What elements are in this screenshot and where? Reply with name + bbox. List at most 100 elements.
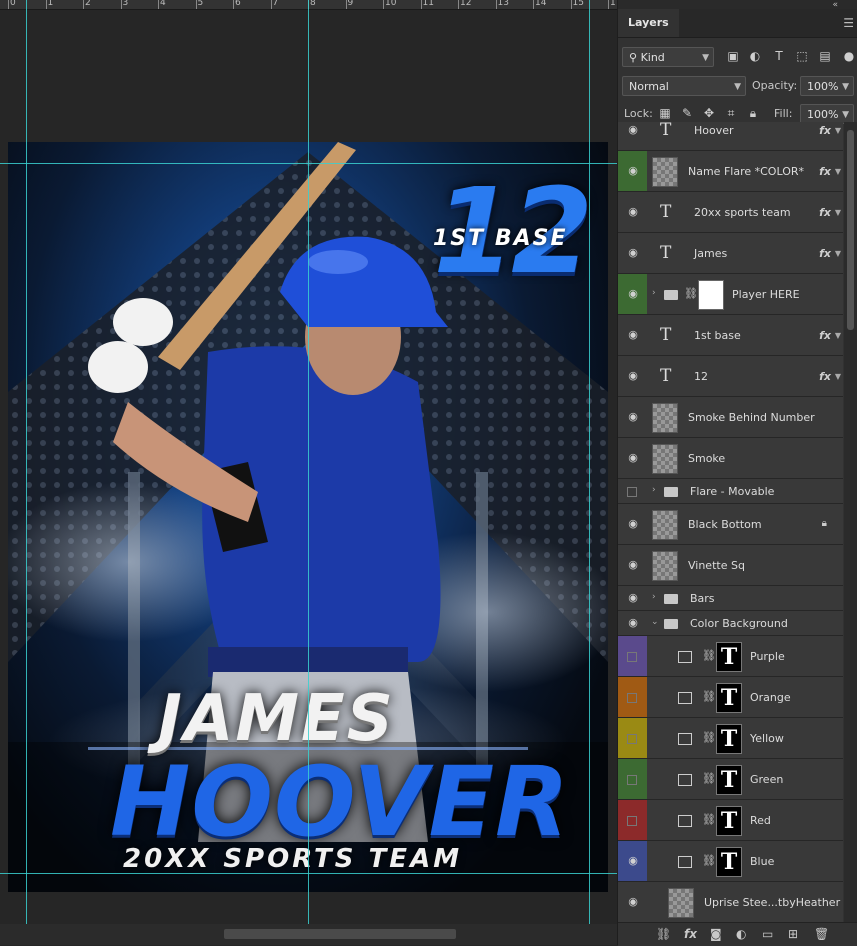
adjustment-filter-icon[interactable]: ◐: [746, 47, 764, 65]
lock-artboard-icon[interactable]: ⌗: [722, 104, 740, 122]
scroll-thumb[interactable]: [847, 130, 854, 330]
lock-all-icon[interactable]: 🔒︎: [744, 104, 762, 122]
guide-line[interactable]: [0, 163, 617, 164]
layers-scrollbar[interactable]: [844, 122, 857, 922]
chevron-down-icon[interactable]: ▼: [835, 208, 841, 217]
layer-row[interactable]: ◉ T 20xx sports team fx ▼: [618, 192, 843, 233]
layer-row[interactable]: ◉ Name Flare *COLOR* fx ▼: [618, 151, 843, 192]
lock-transparent-icon[interactable]: ▦: [656, 104, 674, 122]
layer-row[interactable]: › Flare - Movable: [618, 479, 843, 504]
scroll-thumb[interactable]: [224, 929, 456, 939]
lock-brush-icon[interactable]: ✎: [678, 104, 696, 122]
type-layer-icon: T: [660, 122, 672, 140]
fx-icon[interactable]: fx: [819, 370, 831, 383]
eye-icon[interactable]: ◉: [624, 164, 642, 177]
eye-icon[interactable]: ◉: [624, 616, 642, 629]
chevron-down-icon[interactable]: ▼: [835, 249, 841, 258]
guide-line[interactable]: [308, 0, 309, 945]
ruler-tick: [8, 0, 9, 9]
layer-row[interactable]: ◉ T James fx ▼: [618, 233, 843, 274]
eye-icon[interactable]: ◉: [624, 287, 642, 300]
eye-icon[interactable]: ◉: [624, 205, 642, 218]
layer-row[interactable]: ⛓ T Yellow: [618, 718, 843, 759]
shape-filter-icon[interactable]: ⬚: [793, 47, 811, 65]
visibility-toggle[interactable]: [627, 815, 637, 826]
layer-row[interactable]: ◉ Uprise Stee...tbyHeather: [618, 882, 843, 922]
eye-icon[interactable]: ◉: [624, 328, 642, 341]
filter-toggle-icon[interactable]: ●: [840, 47, 857, 65]
visibility-toggle[interactable]: [627, 733, 637, 744]
visibility-toggle[interactable]: [627, 486, 637, 497]
layer-row[interactable]: ◉ ⛓ T Blue: [618, 841, 843, 882]
fx-icon[interactable]: fx: [819, 329, 831, 342]
layer-mask-thumbnail: T: [716, 641, 742, 672]
layers-footer: ⛓ fx ◙ ◐ ▭ ⊞ 🗑︎: [618, 922, 857, 946]
visibility-toggle[interactable]: [627, 651, 637, 662]
eye-icon[interactable]: ◉: [624, 369, 642, 382]
new-layer-icon[interactable]: ⊞: [788, 927, 798, 941]
layer-row[interactable]: ⛓ T Red: [618, 800, 843, 841]
layer-row[interactable]: ◉ Smoke Behind Number: [618, 397, 843, 438]
chevron-down-icon[interactable]: ⌄: [651, 617, 659, 627]
guide-line[interactable]: [0, 873, 617, 874]
adjustment-layer-icon: [678, 814, 692, 827]
fx-icon[interactable]: fx: [819, 165, 831, 178]
layer-row[interactable]: ⛓ T Green: [618, 759, 843, 800]
visibility-toggle[interactable]: [627, 692, 637, 703]
chevron-right-icon[interactable]: ›: [652, 592, 656, 602]
fx-icon[interactable]: fx: [819, 247, 831, 260]
blend-mode-select[interactable]: Normal ▼: [622, 76, 746, 96]
eye-icon[interactable]: ◉: [624, 591, 642, 604]
layer-row[interactable]: ◉ › Bars: [618, 586, 843, 611]
eye-icon[interactable]: ◉: [624, 854, 642, 867]
type-filter-icon[interactable]: T: [770, 47, 788, 65]
eye-icon[interactable]: ◉: [624, 410, 642, 423]
panel-menu-icon[interactable]: ☰: [843, 16, 854, 30]
layer-row[interactable]: ◉ T Hoover fx ▼: [618, 122, 843, 151]
folder-icon[interactable]: ▭: [762, 927, 773, 941]
opacity-input[interactable]: 100% ▼: [800, 76, 854, 96]
link-icon[interactable]: ⛓: [656, 927, 671, 941]
eye-icon[interactable]: ◉: [624, 123, 642, 136]
guide-line[interactable]: [26, 0, 27, 945]
lock-position-icon[interactable]: ✥: [700, 104, 718, 122]
layer-row[interactable]: ⛓ T Orange: [618, 677, 843, 718]
chevron-down-icon[interactable]: ▼: [835, 372, 841, 381]
eye-icon[interactable]: ◉: [624, 895, 642, 908]
chevron-right-icon[interactable]: ›: [652, 288, 656, 298]
layer-row[interactable]: ◉ Black Bottom 🔒︎: [618, 504, 843, 545]
filter-kind-select[interactable]: ⚲ Kind ▼: [622, 47, 714, 67]
layer-name: Smoke Behind Number: [688, 410, 815, 424]
ruler-tick: [195, 0, 197, 9]
fx-icon[interactable]: fx: [819, 206, 831, 219]
chevron-down-icon[interactable]: ▼: [835, 331, 841, 340]
layer-row[interactable]: ◉ T 1st base fx ▼: [618, 315, 843, 356]
fx-icon[interactable]: fx: [819, 124, 831, 137]
collapse-icon[interactable]: «: [832, 0, 838, 10]
eye-icon[interactable]: ◉: [624, 451, 642, 464]
layer-row[interactable]: ◉ Vinette Sq: [618, 545, 843, 586]
horizontal-scrollbar[interactable]: [0, 924, 617, 945]
chevron-down-icon[interactable]: ▼: [835, 167, 841, 176]
layer-row[interactable]: ◉ › ⛓ Player HERE: [618, 274, 843, 315]
adjustment-icon[interactable]: ◐: [736, 927, 746, 941]
visibility-toggle[interactable]: [627, 774, 637, 785]
layer-row[interactable]: ◉ ⌄ Color Background: [618, 611, 843, 636]
chevron-right-icon[interactable]: ›: [652, 485, 656, 495]
mask-icon[interactable]: ◙: [710, 927, 722, 941]
trash-icon[interactable]: 🗑︎: [814, 927, 829, 941]
document-canvas[interactable]: 01234567891011121314151: [0, 0, 617, 945]
fx-icon[interactable]: fx: [684, 927, 697, 941]
chevron-down-icon[interactable]: ▼: [835, 126, 841, 135]
layer-row[interactable]: ⛓ T Purple: [618, 636, 843, 677]
fill-input[interactable]: 100% ▼: [800, 104, 854, 124]
eye-icon[interactable]: ◉: [624, 558, 642, 571]
tab-layers[interactable]: Layers: [618, 9, 679, 37]
pixel-filter-icon[interactable]: ▣: [724, 47, 742, 65]
layer-row[interactable]: ◉ Smoke: [618, 438, 843, 479]
eye-icon[interactable]: ◉: [624, 517, 642, 530]
eye-icon[interactable]: ◉: [624, 246, 642, 259]
layer-row[interactable]: ◉ T 12 fx ▼: [618, 356, 843, 397]
smart-object-filter-icon[interactable]: ▤: [816, 47, 834, 65]
guide-line[interactable]: [589, 0, 590, 945]
